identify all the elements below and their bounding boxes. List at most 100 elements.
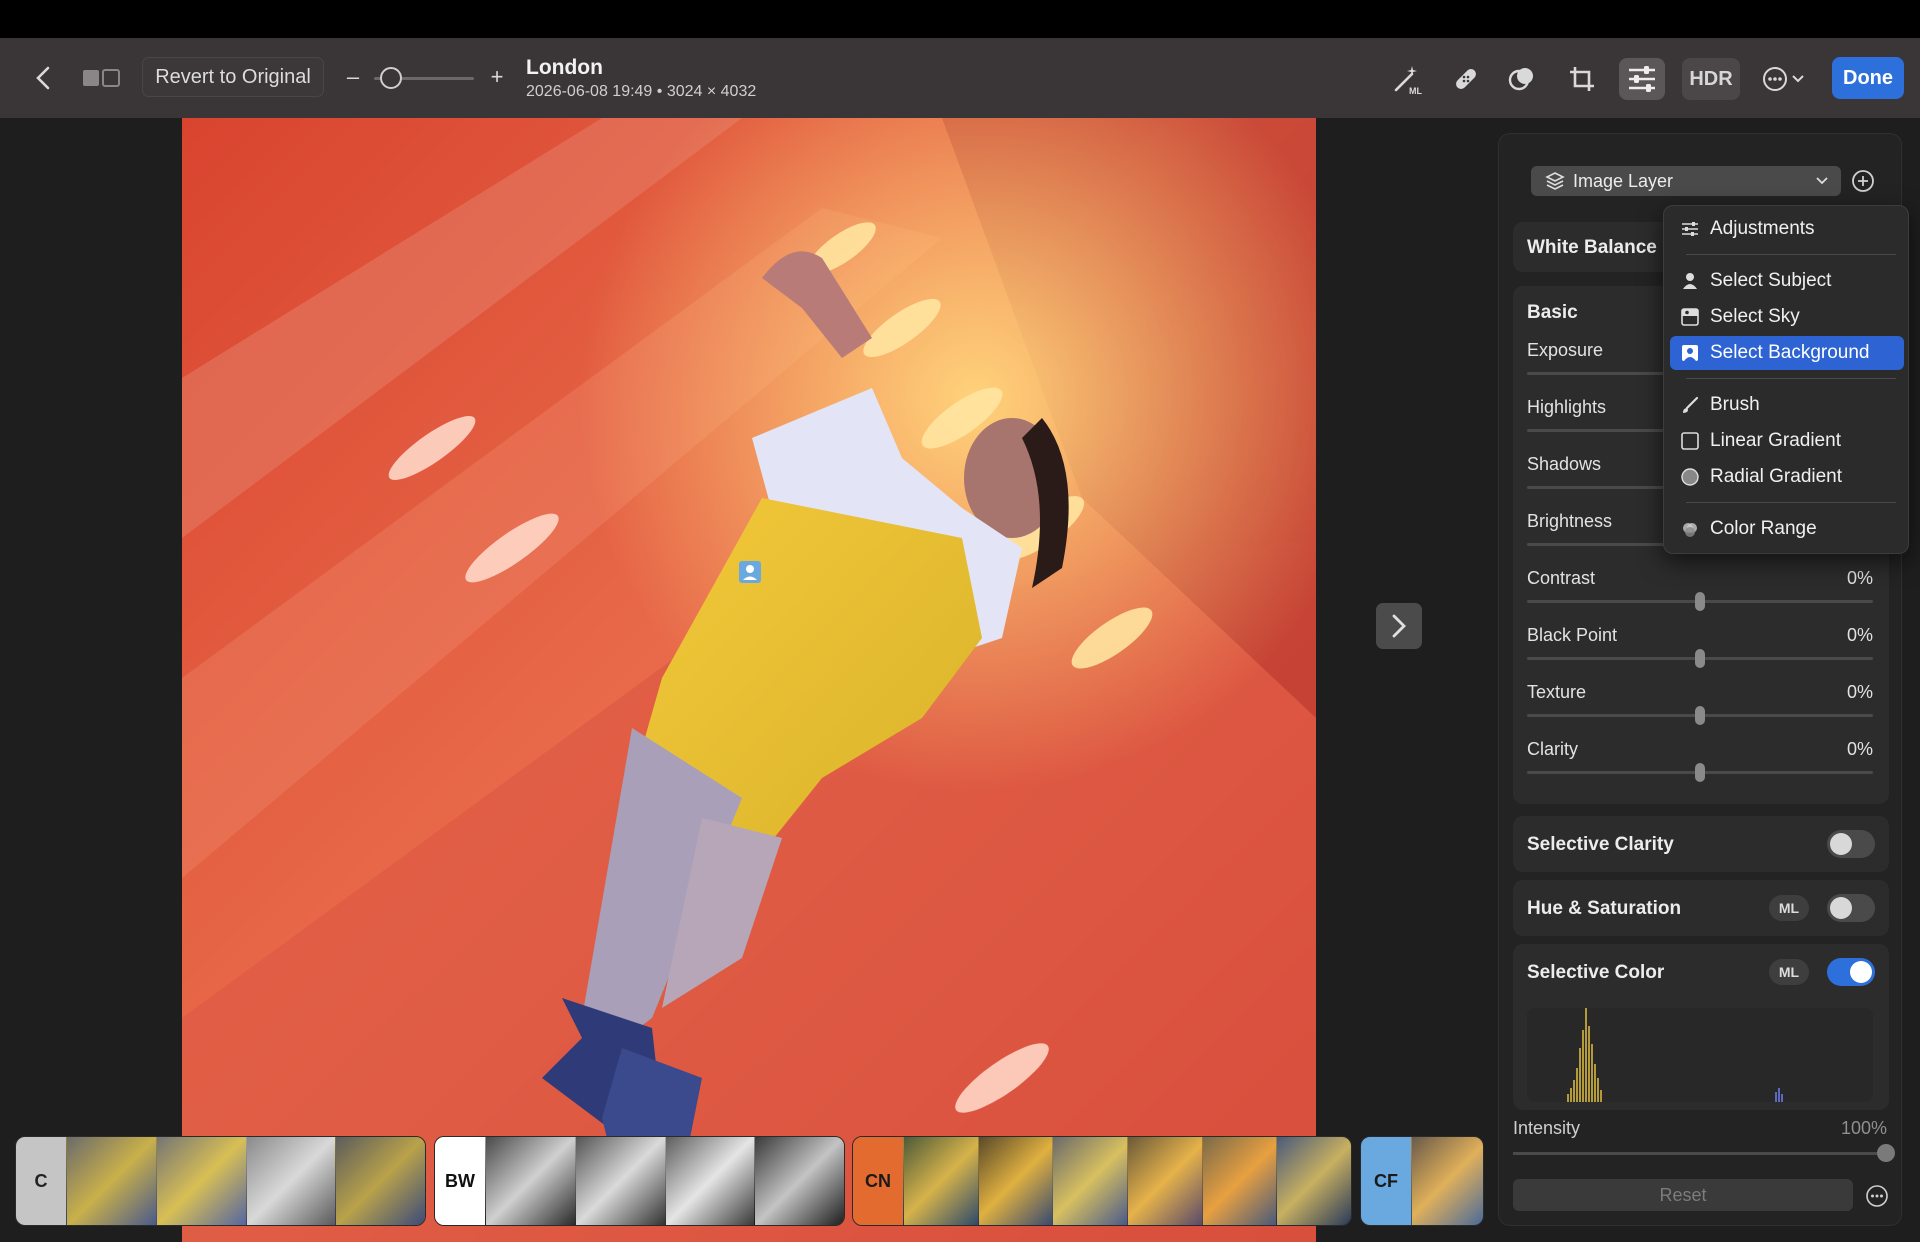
slider-label: Shadows	[1527, 454, 1602, 474]
slider-texture[interactable]: Texture 0%	[1527, 682, 1873, 732]
intensity-slider-knob[interactable]	[1877, 1144, 1895, 1162]
preset-thumbnail[interactable]	[1127, 1137, 1202, 1225]
slider-label: Brightness	[1527, 511, 1613, 531]
adjust-button[interactable]	[1619, 58, 1665, 100]
ml-badge: ML	[1769, 959, 1809, 985]
menu-item-brush[interactable]: Brush	[1670, 388, 1904, 422]
preset-thumbnail[interactable]	[335, 1137, 425, 1225]
slider-value: 0%	[1846, 568, 1873, 588]
hue-saturation-toggle[interactable]	[1827, 894, 1875, 922]
menu-item-select-background[interactable]: Select Background	[1670, 336, 1904, 370]
sky-icon	[1670, 308, 1710, 326]
crop-button[interactable]	[1559, 58, 1605, 100]
menu-item-label: Adjustments	[1710, 218, 1815, 239]
preset-thumbnail[interactable]	[485, 1137, 575, 1225]
slider-contrast[interactable]: Contrast 0%	[1527, 568, 1873, 618]
revert-to-original-button[interactable]: Revert to Original	[142, 57, 324, 97]
layers-icon	[1545, 172, 1565, 190]
photo-image	[182, 118, 1316, 1242]
preset-thumbnail[interactable]	[1201, 1137, 1277, 1225]
preset-thumbnail[interactable]	[66, 1137, 156, 1225]
split-view-button[interactable]	[78, 62, 124, 94]
preset-thumbnail[interactable]	[754, 1137, 844, 1225]
slider-knob[interactable]	[1695, 592, 1705, 611]
mask-button[interactable]	[1499, 58, 1545, 100]
linear-gradient-icon	[1670, 432, 1710, 450]
back-button[interactable]	[26, 60, 60, 96]
ml-enhance-button[interactable]: ML	[1384, 58, 1430, 100]
layer-type-menu: Adjustments Select Subject Select Sky Se…	[1663, 205, 1909, 554]
sliders-icon	[1670, 221, 1710, 237]
next-photo-button[interactable]	[1376, 603, 1422, 649]
slider-label: Texture	[1527, 682, 1587, 702]
film-preset-group-cn[interactable]: CN	[852, 1136, 1352, 1226]
photo-canvas[interactable]	[182, 118, 1316, 1242]
intensity-slider-track[interactable]	[1513, 1152, 1889, 1155]
crop-icon	[1570, 67, 1594, 91]
add-layer-button[interactable]	[1851, 169, 1875, 193]
preset-group-label: C	[16, 1137, 66, 1225]
slider-value: 0%	[1846, 625, 1873, 645]
menu-item-color-range[interactable]: Color Range	[1670, 512, 1904, 546]
white-balance-title: White Balance	[1527, 237, 1657, 258]
menu-item-select-subject[interactable]: Select Subject	[1670, 264, 1904, 298]
slider-label: Highlights	[1527, 397, 1607, 417]
preset-thumbnail[interactable]	[977, 1137, 1053, 1225]
chevron-left-icon	[36, 66, 50, 90]
selective-color-section[interactable]: Selective Color ML	[1513, 944, 1889, 1110]
menu-item-adjustments[interactable]: Adjustments	[1670, 212, 1904, 246]
selective-clarity-toggle[interactable]	[1827, 830, 1875, 858]
preset-thumbnail[interactable]	[1052, 1137, 1128, 1225]
film-preset-group-c[interactable]: C	[15, 1136, 426, 1226]
radial-gradient-icon	[1670, 468, 1710, 486]
menu-separator	[1686, 254, 1896, 255]
slider-value: 0%	[1846, 739, 1873, 759]
menu-item-label: Select Background	[1710, 342, 1870, 363]
zoom-out-button[interactable]: –	[342, 60, 364, 94]
done-button[interactable]: Done	[1832, 57, 1904, 99]
slider-clarity[interactable]: Clarity 0%	[1527, 739, 1873, 789]
preset-thumbnail[interactable]	[1411, 1137, 1483, 1225]
preset-thumbnail[interactable]	[574, 1137, 665, 1225]
background-icon	[1670, 344, 1710, 362]
toolbar: Revert to Original – + London 2026-06-08…	[0, 38, 1920, 118]
hdr-button[interactable]: HDR	[1682, 58, 1740, 100]
film-preset-group-bw[interactable]: BW	[434, 1136, 845, 1226]
reset-more-button[interactable]	[1865, 1184, 1889, 1208]
more-options-button[interactable]	[1756, 58, 1814, 100]
slider-label: Exposure	[1527, 340, 1604, 360]
zoom-slider-knob[interactable]	[380, 67, 402, 89]
selective-color-toggle[interactable]	[1827, 958, 1875, 986]
slider-label: Black Point	[1527, 625, 1618, 645]
preset-thumbnail[interactable]	[903, 1137, 978, 1225]
slider-knob[interactable]	[1695, 706, 1705, 725]
slider-knob[interactable]	[1695, 763, 1705, 782]
slider-black-point[interactable]: Black Point 0%	[1527, 625, 1873, 675]
menu-item-label: Radial Gradient	[1710, 466, 1843, 487]
zoom-in-button[interactable]: +	[486, 60, 508, 94]
sliders-icon	[1629, 66, 1655, 92]
preset-thumbnail[interactable]	[155, 1137, 246, 1225]
reset-button[interactable]: Reset	[1513, 1179, 1853, 1211]
menu-item-label: Select Sky	[1710, 306, 1800, 327]
slider-knob[interactable]	[1695, 649, 1705, 668]
hue-saturation-section[interactable]: Hue & Saturation ML	[1513, 880, 1889, 936]
color-range-icon	[1670, 520, 1710, 538]
preset-group-label: CF	[1361, 1137, 1411, 1225]
photo-info: London 2026-06-08 19:49 • 3024 × 4032	[526, 56, 756, 101]
menu-item-radial-gradient[interactable]: Radial Gradient	[1670, 460, 1904, 494]
toggle-knob	[1830, 897, 1852, 919]
preset-thumbnail[interactable]	[1276, 1137, 1351, 1225]
slider-label: Clarity	[1527, 739, 1579, 759]
hue-saturation-title: Hue & Saturation	[1527, 898, 1682, 919]
repair-button[interactable]	[1443, 58, 1489, 100]
preset-thumbnail[interactable]	[664, 1137, 755, 1225]
menu-item-linear-gradient[interactable]: Linear Gradient	[1670, 424, 1904, 458]
film-preset-group-cf[interactable]: CF	[1360, 1136, 1484, 1226]
selective-clarity-section[interactable]: Selective Clarity	[1513, 816, 1889, 872]
preset-thumbnail[interactable]	[245, 1137, 336, 1225]
basic-title: Basic	[1527, 302, 1578, 323]
chevron-down-icon	[1816, 177, 1828, 185]
layer-select[interactable]: Image Layer	[1531, 166, 1841, 196]
menu-item-select-sky[interactable]: Select Sky	[1670, 300, 1904, 334]
